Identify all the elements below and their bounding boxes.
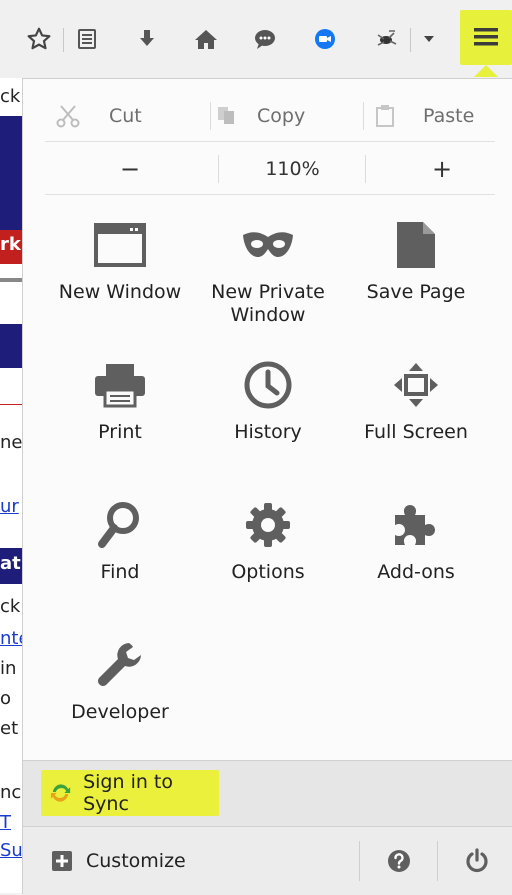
- bg-heading-bar: at: [0, 548, 22, 584]
- bg-text: et: [0, 718, 19, 739]
- bg-link[interactable]: ur: [0, 496, 19, 517]
- zoom-separator: [218, 155, 219, 183]
- private-mask-icon: [243, 232, 293, 257]
- fullscreen-icon: [394, 363, 438, 407]
- new-window-button[interactable]: New Window: [46, 215, 194, 304]
- zoom-out-button[interactable]: −: [45, 149, 215, 189]
- customize-footer: Customize: [23, 826, 512, 895]
- edit-separator: [210, 102, 211, 130]
- open-menu-button[interactable]: [460, 10, 512, 65]
- power-icon: [466, 848, 488, 873]
- add-ons-label: Add-ons: [377, 561, 455, 583]
- chat-bubble-icon[interactable]: [248, 22, 282, 56]
- history-button[interactable]: History: [194, 355, 342, 444]
- bookmarks-list-icon[interactable]: [70, 22, 104, 56]
- print-button[interactable]: Print: [46, 355, 194, 444]
- edit-controls: Cut Copy Paste: [45, 96, 495, 136]
- zoom-in-button[interactable]: +: [367, 149, 512, 189]
- find-button[interactable]: Find: [46, 495, 194, 584]
- bg-text: ne: [0, 432, 22, 453]
- bg-text: at: [0, 553, 21, 574]
- history-label: History: [234, 421, 302, 443]
- printer-icon: [95, 364, 145, 408]
- cut-button[interactable]: Cut: [55, 96, 195, 136]
- new-window-label: New Window: [58, 281, 182, 303]
- puzzle-icon: [395, 505, 435, 545]
- copy-label: Copy: [257, 105, 306, 127]
- paste-button[interactable]: Paste: [375, 96, 495, 136]
- cut-label: Cut: [109, 105, 142, 127]
- bg-text: in: [0, 658, 17, 679]
- background-page: ck rk ne ur at ck nte in o et nc T Su: [0, 78, 22, 893]
- home-icon[interactable]: [189, 22, 223, 56]
- video-camera-icon[interactable]: [308, 22, 342, 56]
- hamburger-menu-icon: [474, 28, 498, 46]
- options-button[interactable]: Options: [194, 495, 342, 584]
- options-label: Options: [231, 561, 305, 583]
- quit-button[interactable]: [441, 827, 512, 895]
- full-screen-button[interactable]: Full Screen: [342, 355, 490, 444]
- sign-in-to-sync-button[interactable]: Sign in to Sync: [41, 770, 219, 816]
- page-icon: [397, 222, 435, 268]
- help-button[interactable]: [363, 827, 435, 895]
- bg-red-bar: rk: [0, 230, 22, 264]
- zoom-reset-button[interactable]: 110%: [220, 149, 365, 189]
- bg-text: o: [0, 688, 12, 709]
- scissors-icon: [56, 105, 80, 128]
- gear-icon: [246, 503, 290, 547]
- toolbar-separator: [63, 28, 64, 52]
- sync-icon: [50, 784, 71, 802]
- print-label: Print: [98, 421, 142, 443]
- developer-label: Developer: [71, 701, 169, 723]
- sync-label: Sign in to Sync: [83, 771, 174, 815]
- zoom-controls: − 110% +: [45, 149, 495, 189]
- footer-separator: [359, 841, 360, 881]
- bg-nav-bar: [0, 324, 22, 368]
- find-label: Find: [100, 561, 140, 583]
- full-screen-label: Full Screen: [364, 421, 468, 443]
- menu-pointer-arrow: [474, 65, 498, 77]
- wrench-icon: [98, 643, 141, 686]
- browser-toolbar: [0, 0, 512, 79]
- bg-text: ck: [0, 86, 21, 107]
- developer-button[interactable]: Developer: [46, 635, 194, 724]
- bg-line: [0, 404, 22, 405]
- edit-separator: [363, 102, 364, 130]
- bg-link[interactable]: T: [0, 812, 11, 833]
- clock-icon: [244, 361, 292, 409]
- customize-button[interactable]: Customize: [23, 827, 357, 895]
- save-page-label: Save Page: [366, 281, 466, 303]
- new-private-window-label: New Private Window: [211, 281, 325, 326]
- copy-icon: [218, 107, 234, 124]
- paste-label: Paste: [423, 105, 475, 127]
- clipboard-icon: [376, 105, 394, 127]
- customize-label: Customize: [86, 850, 186, 872]
- bug-icon[interactable]: [370, 22, 404, 56]
- footer-separator: [437, 841, 438, 881]
- add-ons-button[interactable]: Add-ons: [342, 495, 490, 584]
- new-private-window-button[interactable]: New Private Window: [194, 215, 342, 327]
- bg-link[interactable]: nte: [0, 628, 22, 649]
- sync-footer: Sign in to Sync: [23, 760, 512, 827]
- magnifier-icon: [98, 502, 139, 548]
- bg-line: [0, 278, 22, 282]
- bg-link[interactable]: Su: [0, 840, 22, 861]
- plus-box-icon: [52, 851, 72, 871]
- bg-text: ck: [0, 596, 21, 617]
- bg-text: rk: [0, 234, 21, 255]
- bookmark-star-icon[interactable]: [22, 22, 56, 56]
- divider: [45, 194, 495, 195]
- dropdown-arrow-icon[interactable]: [414, 22, 444, 56]
- window-icon: [94, 223, 146, 267]
- toolbar-separator: [410, 28, 411, 52]
- main-menu-panel: Cut Copy Paste − 110% + New Window New P…: [22, 78, 512, 895]
- divider: [45, 141, 495, 142]
- help-question-icon: [388, 850, 410, 872]
- bg-text: nc: [0, 782, 22, 803]
- save-page-button[interactable]: Save Page: [342, 215, 490, 304]
- zoom-separator: [365, 155, 366, 183]
- download-arrow-icon[interactable]: [130, 22, 164, 56]
- copy-button[interactable]: Copy: [215, 96, 355, 136]
